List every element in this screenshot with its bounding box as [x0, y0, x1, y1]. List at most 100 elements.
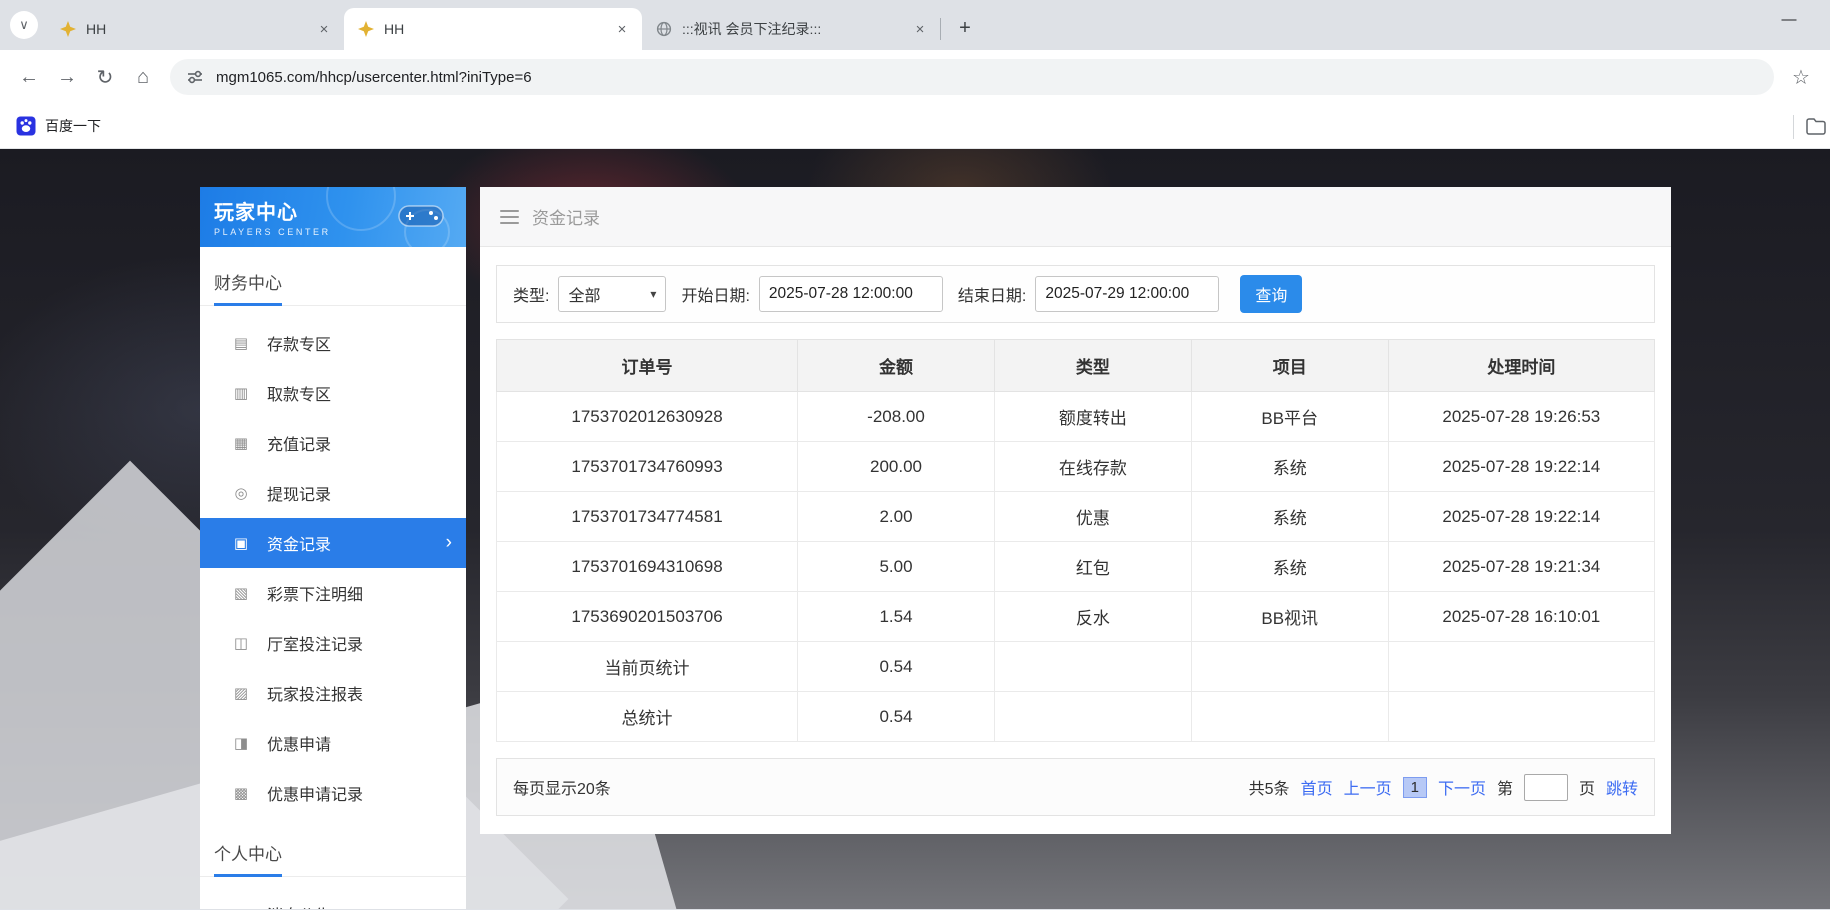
type-cell: 在线存款 — [994, 442, 1191, 492]
tab-label: HH — [86, 21, 306, 37]
home-button[interactable]: ⌂ — [124, 58, 162, 96]
project-cell — [1191, 692, 1388, 742]
tab-close-icon[interactable]: × — [612, 19, 632, 39]
coin-icon: ◎ — [232, 484, 250, 502]
header-type: 类型 — [994, 340, 1191, 392]
section-label: 个人中心 — [214, 840, 282, 877]
start-date-input[interactable] — [759, 276, 943, 312]
bookmarks-separator — [1793, 115, 1794, 139]
sidebar-item-deposit-zone[interactable]: ▤ 存款专区 — [200, 318, 466, 368]
first-page-link[interactable]: 首页 — [1301, 775, 1333, 799]
tab-close-icon[interactable]: × — [314, 19, 334, 39]
sidebar-item-withdraw-zone[interactable]: ▥ 取款专区 — [200, 368, 466, 418]
bookmarks-bar-right — [1793, 104, 1826, 149]
sidebar-item-player-bet-report[interactable]: ▨ 玩家投注报表 — [200, 668, 466, 718]
player-center-sidebar: 玩家中心 PLAYERS CENTER 财务中心 ▤ 存款专区 ▥ 取款专区 — [200, 187, 466, 909]
table-row-page-stats: 当前页统计 0.54 — [497, 642, 1655, 692]
time-cell — [1388, 692, 1654, 742]
sidebar-item-label: 优惠申请 — [267, 731, 331, 755]
sidebar-item-hall-bet-records[interactable]: ◫ 厅室投注记录 — [200, 618, 466, 668]
type-label: 类型: — [513, 282, 549, 306]
address-bar[interactable]: mgm1065.com/hhcp/usercenter.html?iniType… — [170, 59, 1774, 95]
prev-page-link[interactable]: 上一页 — [1344, 775, 1392, 799]
header-process-time: 处理时间 — [1388, 340, 1654, 392]
table-row-total-stats: 总统计 0.54 — [497, 692, 1655, 742]
personal-menu: ◍ 消息公告 — [200, 889, 466, 909]
grid-icon: ◫ — [232, 634, 250, 652]
sidebar-item-label: 存款专区 — [267, 331, 331, 355]
order-no-cell: 1753701734774581 — [497, 492, 798, 542]
withdraw-icon: ▥ — [232, 384, 250, 402]
order-no-cell: 1753690201503706 — [497, 592, 798, 642]
project-cell: BB平台 — [1191, 392, 1388, 442]
search-button[interactable]: 查询 — [1240, 275, 1302, 313]
record-list-icon: ▩ — [232, 784, 250, 802]
sidebar-item-recharge-records[interactable]: ▦ 充值记录 — [200, 418, 466, 468]
profile-chevron-button[interactable]: ∨ — [10, 11, 38, 39]
new-tab-button[interactable]: + — [951, 14, 979, 42]
minimize-button[interactable]: — — [1766, 0, 1812, 38]
jump-link[interactable]: 跳转 — [1606, 775, 1638, 799]
sidebar-item-label: 玩家投注报表 — [267, 681, 363, 705]
total-count-text: 共5条 — [1249, 775, 1290, 799]
tab-hh-1[interactable]: HH × — [46, 8, 344, 50]
menu-icon[interactable] — [500, 210, 519, 224]
deposit-card-icon: ▤ — [232, 334, 250, 352]
sidebar-item-promo-apply-records[interactable]: ▩ 优惠申请记录 — [200, 768, 466, 818]
refresh-button[interactable]: ↻ — [86, 58, 124, 96]
page-title: 资金记录 — [532, 204, 600, 229]
end-date-input[interactable] — [1035, 276, 1219, 312]
bookmark-label: 百度一下 — [45, 116, 101, 136]
tab-hh-2-active[interactable]: HH × — [344, 8, 642, 50]
amount-cell: 0.54 — [798, 642, 995, 692]
project-cell: 系统 — [1191, 442, 1388, 492]
bookmark-baidu[interactable]: 百度一下 — [16, 116, 101, 136]
stats-label-cell: 总统计 — [497, 692, 798, 742]
time-cell: 2025-07-28 19:26:53 — [1388, 392, 1654, 442]
back-button[interactable]: ← — [10, 58, 48, 96]
section-finance-center: 财务中心 — [200, 247, 466, 306]
table-row: 1753690201503706 1.54 反水 BB视讯 2025-07-28… — [497, 592, 1655, 642]
time-cell: 2025-07-28 19:22:14 — [1388, 442, 1654, 492]
globe-favicon-icon — [656, 21, 672, 37]
site-info-icon[interactable] — [186, 68, 204, 86]
sidebar-item-promo-apply[interactable]: ◨ 优惠申请 — [200, 718, 466, 768]
header-order-no: 订单号 — [497, 340, 798, 392]
bookmark-star-icon[interactable]: ☆ — [1782, 58, 1820, 96]
moneybag-icon: ▦ — [232, 434, 250, 452]
tabs: HH × HH × :::视讯 会员下注纪录::: × + — [46, 0, 979, 50]
sidebar-item-fund-records[interactable]: ▣ 资金记录 › — [200, 518, 466, 568]
hh-favicon-icon — [358, 21, 374, 37]
fund-records-table: 订单号 金额 类型 项目 处理时间 1753702012630928 -208.… — [496, 339, 1655, 742]
sidebar-item-withdrawal-records[interactable]: ◎ 提现记录 — [200, 468, 466, 518]
fund-pouch-icon: ▣ — [232, 534, 250, 552]
tab-video-records[interactable]: :::视讯 会员下注纪录::: × — [642, 8, 940, 50]
time-cell: 2025-07-28 16:10:01 — [1388, 592, 1654, 642]
gamepad-icon — [398, 200, 444, 232]
sidebar-item-label: 提现记录 — [267, 481, 331, 505]
forward-button[interactable]: → — [48, 58, 86, 96]
main-header: 资金记录 — [480, 187, 1671, 247]
time-cell — [1388, 642, 1654, 692]
tab-label: :::视讯 会员下注纪录::: — [682, 19, 902, 39]
end-date-label: 结束日期: — [958, 282, 1026, 306]
sidebar-item-lottery-bet-details[interactable]: ▧ 彩票下注明细 — [200, 568, 466, 618]
header-project: 项目 — [1191, 340, 1388, 392]
next-page-link[interactable]: 下一页 — [1438, 775, 1486, 799]
project-cell: 系统 — [1191, 542, 1388, 592]
page-background: 玩家中心 PLAYERS CENTER 财务中心 ▤ 存款专区 ▥ 取款专区 — [0, 149, 1830, 909]
tab-close-icon[interactable]: × — [910, 19, 930, 39]
sidebar-item-message-announcements[interactable]: ◍ 消息公告 — [200, 889, 466, 909]
table-row: 1753701734774581 2.00 优惠 系统 2025-07-28 1… — [497, 492, 1655, 542]
order-no-cell: 1753702012630928 — [497, 392, 798, 442]
project-cell: BB视讯 — [1191, 592, 1388, 642]
type-select[interactable]: 全部 ▾ — [558, 276, 666, 312]
current-page-badge[interactable]: 1 — [1403, 777, 1427, 798]
tab-strip: ∨ HH × HH × :::视讯 会员下注纪录::: × + — [0, 0, 1830, 50]
page-jump-input[interactable] — [1524, 774, 1568, 801]
sidebar-item-label: 优惠申请记录 — [267, 781, 363, 805]
amount-cell: 200.00 — [798, 442, 995, 492]
other-bookmarks-folder-icon[interactable] — [1806, 118, 1826, 136]
type-cell — [994, 642, 1191, 692]
chevron-down-icon: ▾ — [650, 287, 656, 301]
